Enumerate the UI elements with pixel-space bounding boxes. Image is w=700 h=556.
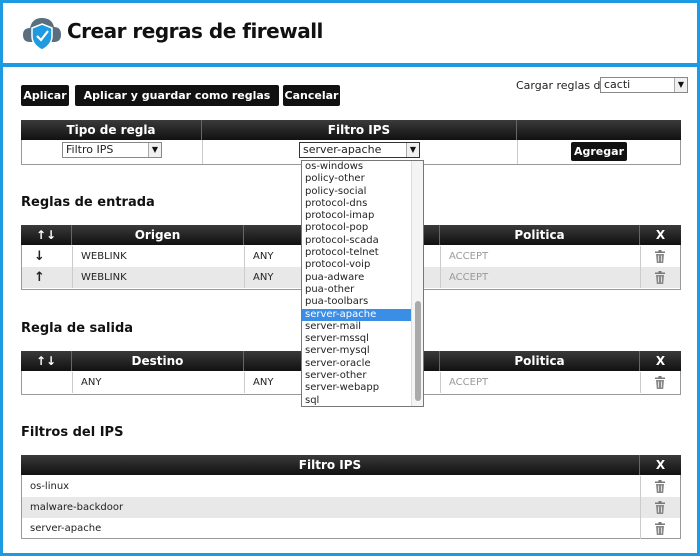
load-rules-select[interactable]: cacti ▼	[600, 77, 688, 93]
arrow-up-icon[interactable]: ↑	[22, 267, 72, 288]
dropdown-option[interactable]: server-oracle	[302, 358, 423, 370]
chevron-down-icon: ▼	[406, 143, 419, 157]
dropdown-scrollbar[interactable]	[411, 161, 423, 406]
rule-type-value: Filtro IPS	[66, 143, 114, 156]
trash-icon[interactable]	[654, 501, 666, 514]
dropdown-option[interactable]: protocol-pop	[302, 222, 423, 234]
add-rule-button[interactable]: Agregar	[571, 142, 627, 161]
col-action	[516, 120, 681, 140]
dropdown-option[interactable]: policy-social	[302, 186, 423, 198]
ips-filter-value: server-apache	[303, 143, 382, 156]
page-header: Crear regras de firewall	[3, 3, 697, 63]
dest-cell: ANY	[72, 372, 244, 393]
table-row: malware-backdoor	[22, 497, 680, 518]
cancel-button-label: Cancelar	[284, 89, 339, 102]
dropdown-option[interactable]: protocol-telnet	[302, 247, 423, 259]
dropdown-option[interactable]: pua-toolbars	[302, 296, 423, 308]
dropdown-option[interactable]: server-apache	[302, 308, 423, 321]
dropdown-option[interactable]: server-mysql	[302, 345, 423, 357]
filter-cell: server-apache	[30, 523, 102, 534]
inbound-title: Reglas de entrada	[21, 195, 155, 210]
trash-icon[interactable]	[654, 522, 666, 535]
cancel-button[interactable]: Cancelar	[283, 85, 340, 106]
ips-filter-select[interactable]: server-apache ▼	[299, 142, 420, 158]
dropdown-option[interactable]: protocol-scada	[302, 235, 423, 247]
col-delete: X	[639, 351, 681, 371]
apply-save-default-button[interactable]: Aplicar y guardar como reglas default	[75, 85, 279, 123]
chevron-down-icon: ▼	[148, 143, 161, 157]
col-delete: X	[639, 455, 681, 475]
filter-cell: malware-backdoor	[30, 502, 124, 513]
ips-filters-header: Filtro IPS X	[21, 455, 681, 475]
policy-cell: ACCEPT	[440, 267, 640, 288]
dropdown-option[interactable]: pua-adware	[302, 272, 423, 284]
dropdown-option[interactable]: server-webapp	[302, 382, 423, 394]
dropdown-option[interactable]: policy-other	[302, 173, 423, 185]
dropdown-option[interactable]: server-mail	[302, 321, 423, 333]
policy-cell: ACCEPT	[440, 372, 640, 393]
load-rules-label: Cargar reglas de:	[516, 79, 612, 92]
filter-cell: os-linux	[30, 481, 70, 492]
scrollbar-thumb[interactable]	[415, 301, 421, 401]
apply-button[interactable]: Aplicar	[21, 85, 69, 106]
trash-icon[interactable]	[654, 271, 666, 284]
main-frame: Crear regras de firewall Aplicar Aplicar…	[3, 3, 697, 553]
col-filter: Filtro IPS	[298, 458, 362, 472]
dropdown-option[interactable]: server-mssql	[302, 333, 423, 345]
col-delete: X	[639, 225, 681, 245]
table-row: server-apache	[22, 518, 680, 539]
trash-icon[interactable]	[654, 376, 666, 389]
col-origin: Origen	[71, 225, 243, 245]
header-divider	[3, 63, 697, 67]
page-title: Crear regras de firewall	[67, 19, 323, 43]
dropdown-option[interactable]: os-windows	[302, 161, 423, 173]
add-rule-label: Agregar	[574, 145, 624, 158]
col-rule-type: Tipo de regla	[66, 123, 156, 137]
trash-icon[interactable]	[654, 250, 666, 263]
col-dest: Destino	[71, 351, 243, 371]
chevron-down-icon: ▼	[674, 78, 687, 92]
policy-cell: ACCEPT	[440, 246, 640, 267]
load-rules-value: cacti	[604, 78, 631, 91]
col-policy: Politica	[439, 225, 639, 245]
table-row: os-linux	[22, 476, 680, 497]
apply-button-label: Aplicar	[23, 89, 67, 102]
origin-cell: WEBLINK	[72, 246, 244, 267]
col-ips-filter: Filtro IPS	[201, 120, 516, 140]
dropdown-option[interactable]: sql	[302, 395, 423, 406]
trash-icon[interactable]	[654, 480, 666, 493]
outbound-title: Regla de salida	[21, 321, 134, 336]
origin-cell: WEBLINK	[72, 267, 244, 288]
cloud-shield-icon	[23, 18, 61, 51]
col-order: ↑↓	[35, 228, 57, 242]
dropdown-options: os-windows policy-other policy-social proto…	[302, 161, 423, 406]
rule-type-select[interactable]: Filtro IPS ▼	[62, 142, 162, 158]
ips-filters-title: Filtros del IPS	[21, 425, 124, 440]
order-cell	[22, 372, 72, 393]
dropdown-option[interactable]: server-other	[302, 370, 423, 382]
dropdown-option[interactable]: protocol-dns	[302, 198, 423, 210]
col-order: ↑↓	[35, 354, 57, 368]
rule-builder-header: Tipo de regla Filtro IPS	[21, 120, 681, 140]
ips-filter-dropdown-list[interactable]: os-windows policy-other policy-social proto…	[301, 160, 424, 407]
dropdown-option[interactable]: pua-other	[302, 284, 423, 296]
dropdown-option[interactable]: protocol-voip	[302, 259, 423, 271]
dropdown-option[interactable]: protocol-imap	[302, 210, 423, 222]
col-policy: Politica	[439, 351, 639, 371]
arrow-down-icon[interactable]: ↓	[22, 246, 72, 267]
